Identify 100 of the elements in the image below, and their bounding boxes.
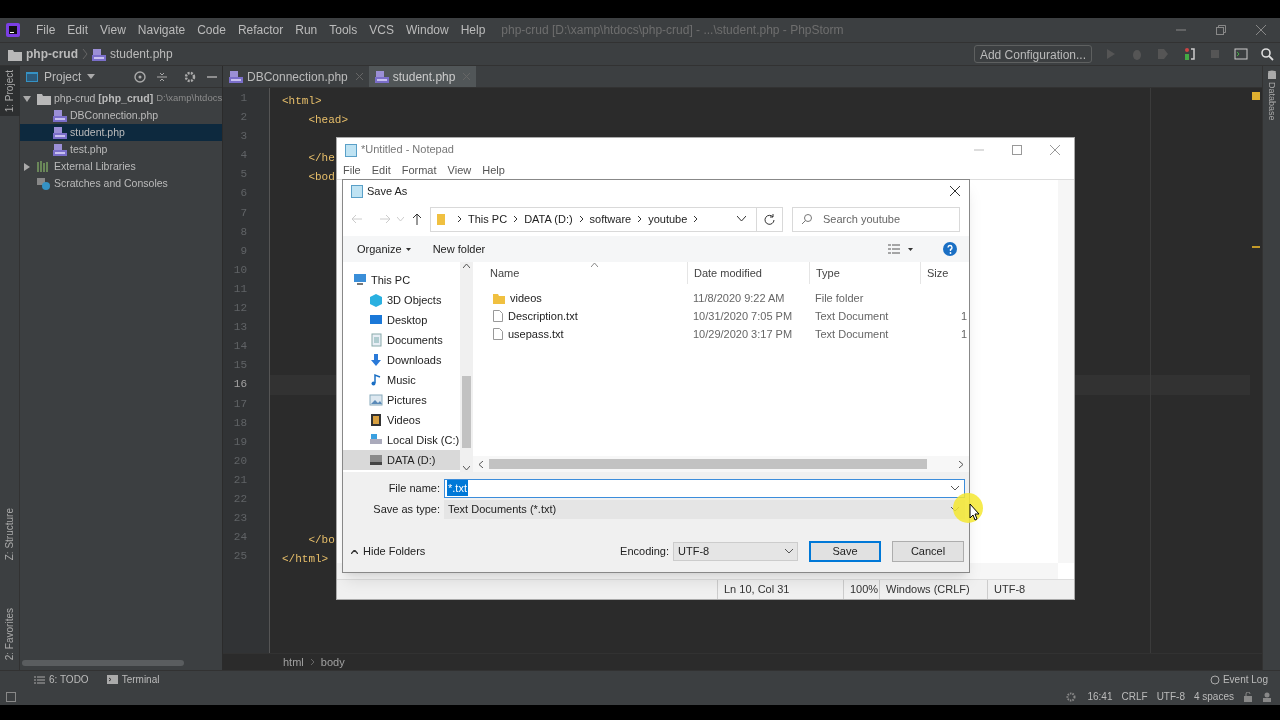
terminal-window-icon[interactable] (1234, 47, 1248, 61)
menu-item[interactable]: Help (482, 161, 505, 179)
editor-tab[interactable]: student.php (368, 66, 477, 87)
menu-item[interactable]: View (94, 21, 132, 39)
menu-item[interactable]: Run (289, 21, 324, 39)
organize-menu[interactable]: Organize (351, 238, 417, 260)
collapse-icon[interactable] (156, 70, 168, 83)
path-segment[interactable]: software (589, 210, 632, 228)
tree-item[interactable]: student.php (20, 124, 222, 141)
menu-item[interactable]: File (343, 161, 361, 179)
menu-item[interactable]: File (30, 21, 62, 39)
dropdown-icon[interactable] (737, 216, 746, 222)
scrollbar[interactable] (22, 660, 184, 666)
breadcrumb-item[interactable]: body (320, 653, 345, 671)
encoding-dropdown[interactable]: UTF-8 (673, 542, 798, 561)
close-icon[interactable] (950, 186, 960, 196)
hide-folders-button[interactable]: Hide Folders (351, 543, 426, 560)
menu-item[interactable]: View (447, 161, 472, 179)
menu-item[interactable]: Code (191, 21, 232, 39)
panel-toggle-icon[interactable] (6, 691, 16, 702)
file-name[interactable]: usepass.txt (508, 325, 564, 343)
nav-item[interactable]: DATA (D:) (343, 450, 460, 470)
cancel-button[interactable]: Cancel (892, 541, 964, 562)
nav-item[interactable]: Local Disk (C:) (343, 430, 460, 450)
tool-window-tab[interactable]: 1: Project (0, 66, 20, 117)
tool-tab[interactable]: 6: TODO (34, 672, 89, 687)
column-header[interactable]: Date modified (687, 262, 809, 284)
refresh-icon[interactable] (764, 213, 775, 225)
help-icon[interactable] (943, 242, 957, 256)
panel-title[interactable]: Project (44, 67, 82, 86)
new-folder-button[interactable]: New folder (420, 238, 498, 260)
warning-marker[interactable] (1252, 92, 1260, 100)
menu-item[interactable]: Navigate (131, 21, 192, 39)
editor-tab[interactable]: DBConnection.php (223, 66, 369, 87)
forward-arrow-icon[interactable] (379, 214, 391, 224)
column-header[interactable]: Name (473, 262, 687, 284)
tree-item[interactable]: External Libraries (20, 158, 222, 175)
tree-item[interactable]: DBConnection.php (20, 107, 222, 124)
file-name[interactable]: videos (510, 289, 542, 307)
menu-item[interactable]: Help (454, 21, 492, 39)
tree-item[interactable]: test.php (20, 141, 222, 158)
disk-icon (369, 433, 383, 447)
menu-item[interactable]: Edit (61, 21, 95, 39)
menu-item[interactable]: Refactor (231, 21, 290, 39)
up-arrow-icon[interactable] (412, 213, 422, 225)
address-bar[interactable]: This PC DATA (D:) software youtube (430, 206, 783, 232)
restore-icon[interactable] (1216, 25, 1226, 35)
menu-item[interactable]: Edit (371, 161, 391, 179)
scrollbar-thumb[interactable] (489, 459, 927, 469)
breadcrumb-item[interactable]: student.php (110, 45, 173, 63)
nav-item[interactable]: Downloads (343, 350, 460, 370)
file-name-field[interactable]: *.txt (444, 478, 965, 498)
column-header[interactable]: Size (920, 262, 969, 284)
nav-item[interactable]: Pictures (343, 390, 460, 410)
status-item[interactable]: 4 spaces (1193, 689, 1234, 704)
search-icon[interactable] (1260, 47, 1274, 61)
event-log-button[interactable]: Event Log (1209, 672, 1268, 687)
tool-window-tab[interactable]: Z: Structure (0, 503, 20, 564)
scrollbar[interactable] (1058, 180, 1074, 563)
column-header[interactable]: Type (809, 262, 920, 284)
view-list-icon[interactable] (888, 244, 900, 254)
maximize-icon[interactable] (1012, 144, 1022, 155)
nav-item[interactable]: This PC (343, 270, 460, 290)
scrollbar[interactable] (473, 456, 969, 472)
status-item[interactable]: UTF-8 (1156, 689, 1185, 704)
status-item[interactable]: 16:41 (1087, 689, 1113, 704)
target-icon[interactable] (134, 70, 146, 83)
scrollbar-thumb[interactable] (462, 376, 471, 448)
tree-item[interactable]: php-crud [php_crud] D:\xamp\htdocs (20, 90, 222, 107)
tool-window-tab[interactable]: Database (1264, 70, 1279, 121)
lock-icon[interactable] (1243, 691, 1253, 702)
tree-item[interactable]: Scratches and Consoles (20, 175, 222, 192)
nav-item[interactable]: Videos (343, 410, 460, 430)
scrollbar[interactable] (460, 262, 473, 472)
file-name[interactable]: Description.txt (508, 307, 578, 325)
status-item[interactable]: CRLF (1121, 689, 1148, 704)
settings-icon[interactable] (184, 70, 196, 83)
path-segment[interactable]: DATA (D:) (524, 210, 573, 228)
tool-window-tab[interactable]: 2: Favorites (0, 603, 20, 664)
add-configuration-button[interactable]: Add Configuration... (973, 45, 1092, 63)
tool-tab[interactable]: Terminal (106, 672, 160, 687)
menu-item[interactable]: Format (401, 161, 437, 179)
dropdown-icon[interactable] (908, 247, 913, 251)
nav-item[interactable]: Music (343, 370, 460, 390)
menu-item[interactable]: Tools (323, 21, 364, 39)
table-cell: 1 (960, 327, 967, 340)
nav-item[interactable]: Documents (343, 330, 460, 350)
menu-item[interactable]: VCS (363, 21, 400, 39)
save-button[interactable]: Save (809, 541, 881, 562)
path-segment[interactable]: This PC (468, 210, 508, 228)
nav-item[interactable]: 3D Objects (343, 290, 460, 310)
search-field[interactable]: Search youtube (792, 206, 960, 232)
stop-icon[interactable] (1208, 47, 1222, 61)
back-arrow-icon[interactable] (351, 214, 363, 224)
path-segment[interactable]: youtube (648, 210, 688, 228)
breadcrumb-item[interactable]: php-crud (26, 45, 78, 63)
breadcrumb-item[interactable]: html (283, 653, 304, 671)
table-cell: 1 (960, 309, 967, 322)
nav-item[interactable]: Desktop (343, 310, 460, 330)
menu-item[interactable]: Window (399, 21, 455, 39)
